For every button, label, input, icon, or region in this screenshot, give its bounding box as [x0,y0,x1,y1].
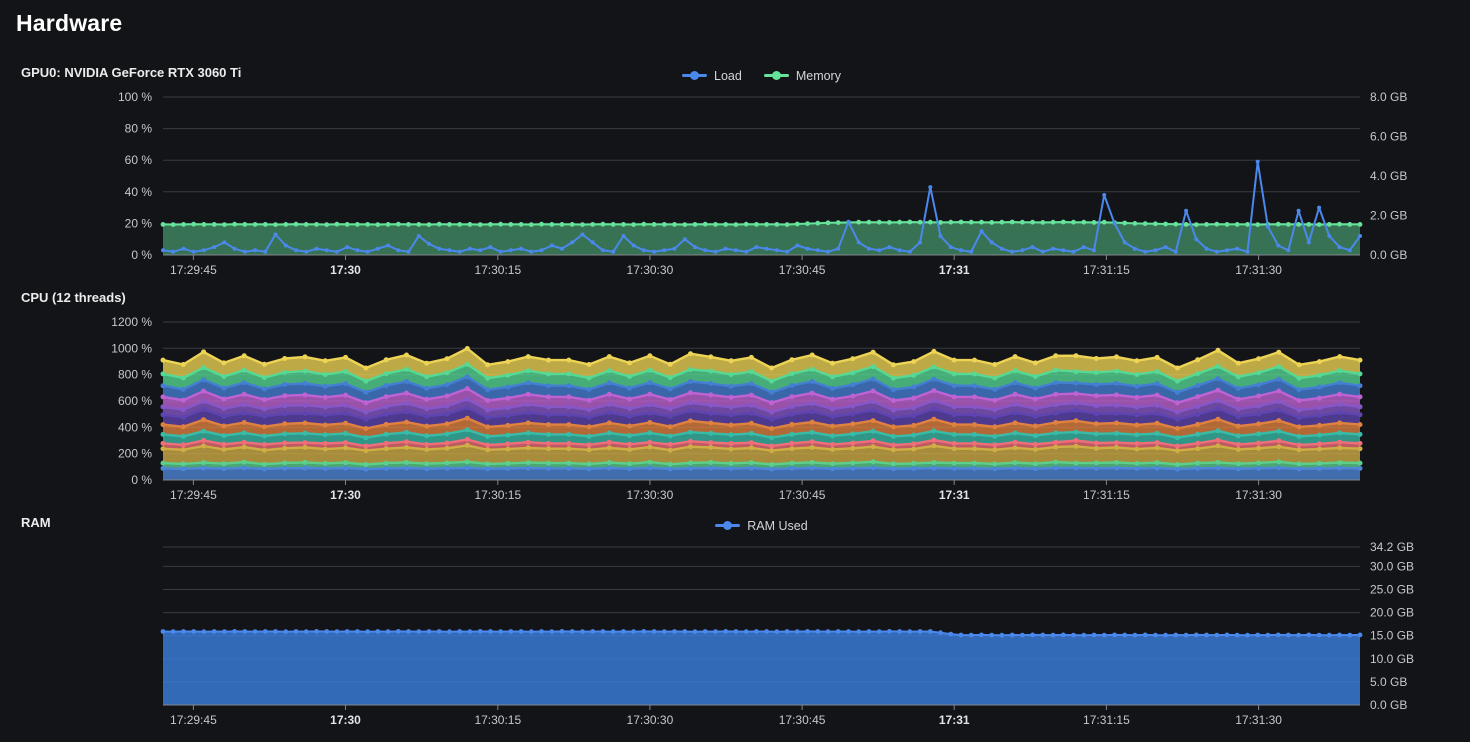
y-tick-label: 1000 % [111,341,152,355]
y-tick-label: 20 % [125,216,153,230]
y-tick-label: 0 % [131,248,152,262]
y-tick-label: 2.0 GB [1370,209,1407,223]
y-tick-label: 5.0 GB [1370,675,1407,689]
x-tick-label: 17:31 [939,488,970,502]
x-tick-label: 17:30:30 [627,713,674,727]
x-tick-label: 17:29:45 [170,713,217,727]
y-tick-label: 80 % [125,122,153,136]
x-tick-label: 17:30:30 [627,488,674,502]
x-tick-label: 17:30:15 [474,488,521,502]
x-tick-label: 17:30 [330,488,361,502]
charts-canvas: 17:29:45 17:30 17:30:15 17:30:30 17:30:45 17:… [0,0,1470,742]
gpu-x-axis-labels: 17:29:45 17:30 17:30:15 17:30:30 17:30:45 17:… [170,255,1282,277]
y-tick-label: 10.0 GB [1370,652,1414,666]
y-tick-label: 600 % [118,394,152,408]
y-tick-label: 60 % [125,153,153,167]
y-tick-label: 20.0 GB [1370,606,1414,620]
x-tick-label: 17:29:45 [170,263,217,277]
y-tick-label: 30.0 GB [1370,559,1414,573]
x-tick-label: 17:30:45 [779,488,826,502]
x-tick-label: 17:31 [939,713,970,727]
gpu-y-axis-right-labels: 8.0 GB 6.0 GB 4.0 GB 2.0 GB 0.0 GB [1370,90,1407,262]
cpu-plot-area[interactable] [163,322,1360,480]
x-tick-label: 17:30:15 [474,263,521,277]
y-tick-label: 6.0 GB [1370,130,1407,144]
y-tick-label: 400 % [118,420,152,434]
x-tick-label: 17:31:15 [1083,488,1130,502]
gpu-y-axis-left-labels: 100 % 80 % 60 % 40 % 20 % 0 % [118,90,152,262]
ram-chart: 17:29:45 17:30 17:30:15 17:30:30 17:30:45 17:… [161,540,1414,727]
y-tick-label: 34.2 GB [1370,540,1414,554]
y-tick-label: 15.0 GB [1370,629,1414,643]
x-tick-label: 17:30:15 [474,713,521,727]
ram-plot-area[interactable] [163,547,1360,705]
y-tick-label: 100 % [118,90,152,104]
x-tick-label: 17:30 [330,713,361,727]
x-tick-label: 17:31:15 [1083,713,1130,727]
x-tick-label: 17:30:30 [627,263,674,277]
ram-x-axis-labels: 17:29:45 17:30 17:30:15 17:30:30 17:30:45 17:… [170,705,1282,727]
x-tick-label: 17:29:45 [170,488,217,502]
gpu-chart: 17:29:45 17:30 17:30:15 17:30:30 17:30:45 17:… [118,90,1407,277]
y-tick-label: 0 % [131,473,152,487]
y-tick-label: 1200 % [111,315,152,329]
x-tick-label: 17:30:45 [779,713,826,727]
x-tick-label: 17:30:45 [779,263,826,277]
x-tick-label: 17:31:30 [1235,713,1282,727]
y-tick-label: 25.0 GB [1370,583,1414,597]
y-tick-label: 4.0 GB [1370,169,1407,183]
ram-y-axis-right-labels: 34.2 GB 30.0 GB 25.0 GB 20.0 GB 15.0 GB 10.0 … [1370,540,1414,712]
y-tick-label: 40 % [125,185,153,199]
cpu-y-axis-left-labels: 1200 % 1000 % 800 % 600 % 400 % 200 % 0 % [111,315,152,487]
cpu-chart: 17:29:45 17:30 17:30:15 17:30:30 17:30:45 17:… [111,315,1362,502]
x-tick-label: 17:31:30 [1235,263,1282,277]
y-tick-label: 0.0 GB [1370,698,1407,712]
cpu-x-axis-labels: 17:29:45 17:30 17:30:15 17:30:30 17:30:45 17:… [170,480,1282,502]
x-tick-label: 17:31 [939,263,970,277]
x-tick-label: 17:30 [330,263,361,277]
y-tick-label: 8.0 GB [1370,90,1407,104]
y-tick-label: 200 % [118,447,152,461]
x-tick-label: 17:31:15 [1083,263,1130,277]
gpu-plot-area[interactable] [163,97,1360,255]
y-tick-label: 0.0 GB [1370,248,1407,262]
y-tick-label: 800 % [118,368,152,382]
x-tick-label: 17:31:30 [1235,488,1282,502]
